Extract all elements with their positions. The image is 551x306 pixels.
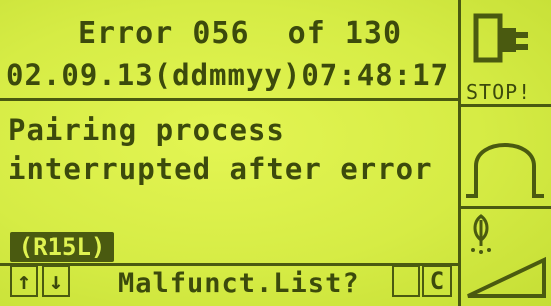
message-line-1: Pairing process xyxy=(8,113,285,147)
bell-curve-icon[interactable] xyxy=(462,130,548,200)
c-key[interactable]: C xyxy=(422,265,452,297)
blank-key[interactable] xyxy=(392,265,420,297)
divider-side-2 xyxy=(458,206,551,209)
error-datetime: 02.09.13(ddmmyy)07:48:17 xyxy=(6,58,450,92)
plant-icon xyxy=(471,214,491,254)
divider-side-1 xyxy=(458,104,551,107)
stop-label: STOP! xyxy=(466,80,532,104)
divider-vertical xyxy=(458,0,461,306)
down-arrow-button[interactable]: ↓ xyxy=(42,265,70,297)
stop-plug-icon[interactable] xyxy=(466,8,546,80)
error-code-badge: (R15L) xyxy=(10,232,114,262)
up-arrow-button[interactable]: ↑ xyxy=(10,265,38,297)
malfunction-list-prompt[interactable]: Malfunct.List? xyxy=(118,268,360,299)
message-line-2: interrupted after error xyxy=(8,152,433,186)
error-counter: Error 056 of 130 xyxy=(78,16,403,51)
lcd-screen: Error 056 of 130 02.09.13(ddmmyy)07:48:1… xyxy=(0,0,551,306)
ramp-icon[interactable] xyxy=(464,252,548,300)
divider-header xyxy=(0,98,460,101)
